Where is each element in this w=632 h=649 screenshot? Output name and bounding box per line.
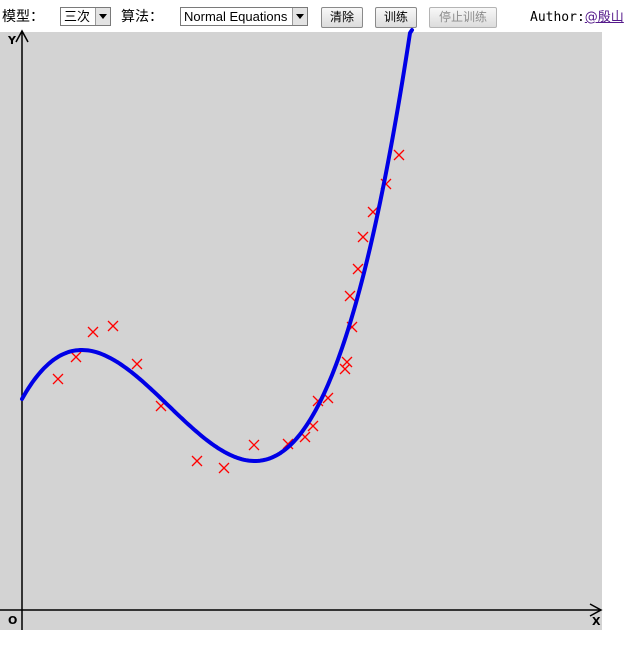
origin-label: O [8,614,17,627]
plot-background [0,32,602,630]
plot-canvas[interactable]: Y X O [0,0,632,649]
x-axis-label: X [592,615,601,628]
y-axis-label: Y [7,34,17,47]
